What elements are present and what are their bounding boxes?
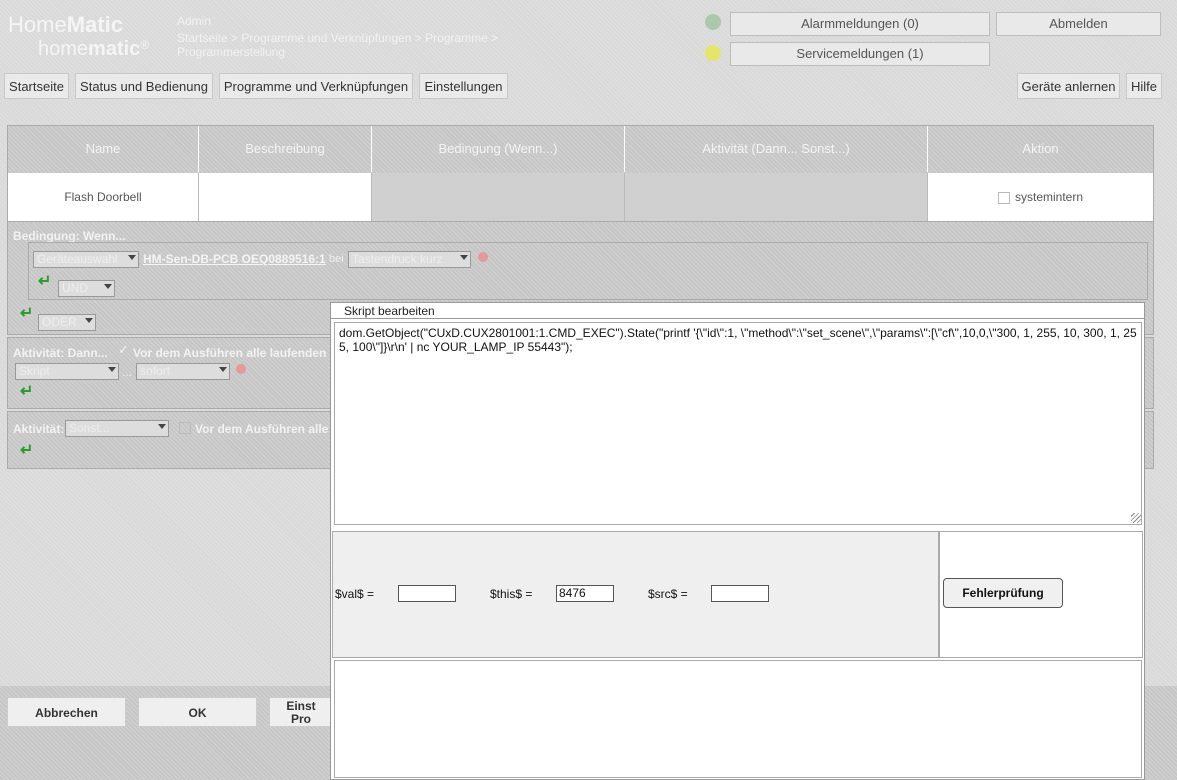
und-select[interactable]: UND xyxy=(58,280,115,297)
activity-type-select-value: Skript xyxy=(19,364,50,378)
program-action-cell: systemintern xyxy=(928,173,1153,221)
chevron-down-icon xyxy=(108,367,116,372)
dots-label: ... xyxy=(122,365,133,379)
oder-select-value: ODER xyxy=(42,315,77,329)
alarm-led-icon xyxy=(705,14,721,30)
registered-icon: ® xyxy=(140,38,150,52)
breadcrumb-line-2: Programmerstellung xyxy=(177,45,286,59)
device-select[interactable]: Geräteauswahl xyxy=(33,251,139,268)
col-header-condition: Bedingung (Wenn...) xyxy=(372,126,625,172)
condition-inner-box xyxy=(28,242,1148,300)
program-table: Name Beschreibung Bedingung (Wenn...) Ak… xyxy=(7,125,1154,221)
service-messages-button[interactable]: Servicemeldungen (1) xyxy=(730,42,990,66)
script-textarea[interactable]: dom.GetObject("CUxD.CUX2801001:1.CMD_EXE… xyxy=(334,322,1142,525)
service-led-icon xyxy=(705,45,721,61)
settings-button[interactable]: Einst Pro xyxy=(269,697,333,727)
settings-button-line-2: Pro xyxy=(290,712,311,726)
this-input[interactable]: 8476 xyxy=(556,585,614,602)
add-condition-icon[interactable]: ↵ xyxy=(38,274,52,290)
activity-else-title: Aktivität: xyxy=(13,422,65,436)
breadcrumb: Startseite > Programme und Verknüpfungen… xyxy=(177,31,498,59)
activity-else-stop-label: Vor dem Ausführen alle xyxy=(195,422,329,436)
program-condition-cell xyxy=(372,173,625,221)
nav-hilfe[interactable]: Hilfe xyxy=(1126,73,1162,99)
logo-sub-home-text: home xyxy=(38,38,89,60)
chevron-down-icon xyxy=(85,318,93,323)
chevron-down-icon xyxy=(104,284,112,289)
nav-startseite[interactable]: Startseite xyxy=(4,73,69,99)
src-label: $src$ = xyxy=(648,587,688,601)
und-select-value: UND xyxy=(62,281,88,295)
activity-then-title: Aktivität: Dann... xyxy=(13,346,108,360)
nav-einstellungen[interactable]: Einstellungen xyxy=(419,73,508,99)
chevron-down-icon xyxy=(460,255,468,260)
condition-title: Bedingung: Wenn... xyxy=(13,229,126,243)
activity-then-stop-label: Vor dem Ausführen alle laufenden xyxy=(133,346,327,360)
logo-home-text: Home xyxy=(8,12,67,37)
nav-geraete-anlernen[interactable]: Geräte anlernen xyxy=(1017,73,1120,99)
col-header-activity: Aktivität (Dann... Sonst...) xyxy=(625,126,928,172)
resize-handle-icon[interactable] xyxy=(1131,513,1141,523)
add-else-activity-icon[interactable]: ↵ xyxy=(20,443,34,459)
systemintern-label: systemintern xyxy=(1014,190,1084,204)
program-description-cell[interactable] xyxy=(199,173,372,221)
col-header-action: Aktion xyxy=(1022,141,1059,156)
oder-select[interactable]: ODER xyxy=(38,314,96,331)
activity-time-select-value: sofort xyxy=(140,364,171,378)
logout-button[interactable]: Abmelden xyxy=(996,12,1161,36)
val-label: $val$ = xyxy=(335,587,375,601)
alarm-messages-button[interactable]: Alarmmeldungen (0) xyxy=(730,12,990,36)
logo-sub: homematic® xyxy=(38,38,149,61)
cancel-button[interactable]: Abbrechen xyxy=(7,697,126,727)
bei-label: bei xyxy=(329,253,344,265)
trigger-select[interactable]: Tastendruck kurz xyxy=(348,251,471,268)
program-activity-cell xyxy=(625,173,928,221)
add-activity-icon[interactable]: ↵ xyxy=(20,384,34,400)
src-input[interactable] xyxy=(711,585,769,602)
activity-else-select-value: Sonst... xyxy=(69,421,110,435)
variables-panel: $val$ = $this$ = 8476 $src$ = xyxy=(332,531,939,658)
dialog-title[interactable]: Skript bearbeiten xyxy=(331,303,1144,319)
logo-matic-text: Matic xyxy=(66,12,123,37)
ok-button[interactable]: OK xyxy=(138,697,257,727)
add-condition-group-icon[interactable]: ↵ xyxy=(20,306,34,322)
nav-programme[interactable]: Programme und Verknüpfungen xyxy=(219,73,413,99)
check-panel: Fehlerprüfung xyxy=(939,531,1143,658)
script-output xyxy=(334,660,1142,778)
val-input[interactable] xyxy=(398,585,456,602)
device-name-link[interactable]: HM-Sen-DB-PCB OEQ0889516:1 xyxy=(143,252,326,266)
col-header-description: Beschreibung xyxy=(199,126,372,172)
chevron-down-icon xyxy=(158,424,166,429)
activity-else-select[interactable]: Sonst... xyxy=(65,420,169,437)
col-header-name: Name xyxy=(8,126,199,172)
nav-status-und-bedienung[interactable]: Status und Bedienung xyxy=(75,73,213,99)
program-name-cell[interactable]: Flash Doorbell xyxy=(8,173,199,221)
check-icon: ✓ xyxy=(118,342,129,357)
activity-time-select[interactable]: sofort xyxy=(136,363,230,380)
chevron-down-icon xyxy=(219,367,227,372)
logo-sub-matic-text: matic xyxy=(88,38,141,60)
systemintern-checkbox[interactable] xyxy=(997,191,1010,204)
else-stop-checkbox[interactable] xyxy=(179,422,191,434)
delete-icon[interactable] xyxy=(236,364,246,374)
activity-type-select[interactable]: Skript xyxy=(15,363,119,380)
this-label: $this$ = xyxy=(490,587,533,601)
chevron-down-icon xyxy=(128,255,136,260)
script-editor-dialog: Skript bearbeiten dom.GetObject("CUxD.CU… xyxy=(330,302,1145,780)
logo: HomeMatic xyxy=(8,12,123,38)
error-check-button[interactable]: Fehlerprüfung xyxy=(943,578,1063,608)
device-select-value: Geräteauswahl xyxy=(37,252,118,266)
breadcrumb-line-1: Startseite > Programme und Verknüpfungen… xyxy=(177,31,499,45)
user-name: Admin xyxy=(177,14,212,28)
trigger-select-value: Tastendruck kurz xyxy=(352,252,443,266)
delete-icon[interactable] xyxy=(478,252,488,262)
